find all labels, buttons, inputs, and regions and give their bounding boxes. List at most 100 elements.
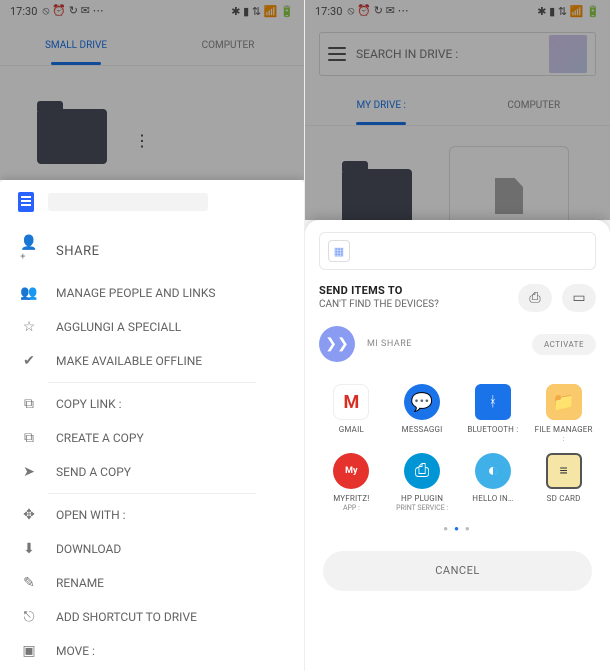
pencil-icon: ✎ [20,575,38,591]
menu-special[interactable]: ☆ AGGLUNGI A SPECIALL [0,310,304,344]
share-target-sdcard[interactable]: ≡ SD CARD [531,453,596,512]
menu-shortcut[interactable]: ⎋ADD SHORTCUT TO DRIVE [0,600,304,634]
right-phone: 17:30 ⦸ ⏰ ↻ ✉ ⋯ ✱ ▮ ⇅ 📶 🔋 SEARCH IN DRIV… [305,0,610,671]
app-label: FILE MANAGER [531,426,596,435]
menu-manage[interactable]: 👥 MANAGE PEOPLE AND LINKS [0,276,304,310]
menu-offline[interactable]: ✔MAKE AVAILABLE OFFLINE [0,344,304,378]
share-target-helloin[interactable]: ◐HELLO IN… [461,453,526,512]
status-icons-left: ⦸ ⏰ ↻ ✉ ⋯ [42,4,103,18]
share-target-myfritz[interactable]: MyMYFRITZ!APP : [319,453,384,512]
app-label: SD CARD [531,495,596,504]
folder-icon [37,109,107,164]
sheet-header [0,180,304,222]
star-icon: ☆ [20,319,38,335]
tab-label: MY DRIVE : [357,100,406,111]
drive-tabs: MY DRIVE : COMPUTER [305,86,610,126]
people-icon: 👥 [20,285,38,301]
openwith-icon: ✥ [20,507,38,523]
menu-share[interactable]: 👤⁺SHARE [0,226,304,276]
print-button[interactable]: ⎙ [518,284,552,312]
menu-label: DOWNLOAD [56,542,121,556]
menu-list: 👤⁺SHARE 👥 MANAGE PEOPLE AND LINKS ☆ AGGLUN… [0,222,304,671]
folder-icon [342,169,412,224]
hp-icon: ⎙ [404,453,440,489]
app-label: HP PLUGIN [390,495,455,504]
status-icons-right: ✱ ▮ ⇅ 📶 🔋 [231,5,294,18]
share-target-filemanager[interactable]: 📁 FILE MANAGER: [531,384,596,443]
sdcard-icon: ≡ [546,453,582,489]
cast-button[interactable]: ▭ [562,284,596,312]
status-icons-left: ⦸ ⏰ ↻ ✉ ⋯ [347,4,408,18]
tab-label: COMPUTER [507,100,560,111]
menu-label: RENAME [56,576,104,590]
file-type-icon: ▦ [328,240,350,262]
search-placeholder: SEARCH IN DRIVE : [356,47,539,61]
menu-label: AGGLUNGI A SPECIALL [56,320,181,334]
tab-small-drive[interactable]: SMALL DRIVE [0,26,152,65]
menu-openwith[interactable]: ✥ OPEN WITH : [0,498,304,532]
menu-label: OPEN WITH : [56,508,126,522]
left-phone: 17:30 ⦸ ⏰ ↻ ✉ ⋯ ✱ ▮ ⇅ 📶 🔋 SMALL DRIVE CO… [0,0,305,671]
activate-button[interactable]: ACTIVATE [532,334,596,355]
document-icon [495,178,523,214]
divider [48,493,256,494]
menu-move[interactable]: ▣ MOVE : [0,634,304,668]
filemanager-icon: 📁 [546,384,582,420]
copy-icon: ⧉ [20,430,38,446]
share-target-bluetooth[interactable]: ᚼBLUETOOTH : [461,384,526,443]
folder-card[interactable]: ⋮ [12,86,132,186]
link-icon: ⧉ [20,396,38,412]
screen-icon: ▭ [572,290,585,306]
menu-copylink[interactable]: ⧉ COPY LINK : [0,387,304,421]
profile-avatar[interactable] [549,35,587,73]
app-label: HELLO IN… [461,495,526,504]
mishare-icon: ❯❯ [319,326,355,362]
menu-label: SEND A COPY [56,465,131,479]
divider [48,382,256,383]
menu-rename[interactable]: ✎ RENAME [0,566,304,600]
status-time: 17:30 [315,5,342,18]
file-action-sheet: 👤⁺SHARE 👥 MANAGE PEOPLE AND LINKS ☆ AGGLUN… [0,180,304,671]
hamburger-icon[interactable] [328,47,346,61]
menu-sendcopy[interactable]: ➤ SEND A COPY [0,455,304,489]
tab-computer[interactable]: COMPUTER [152,26,304,65]
share-target-hpplugin[interactable]: ⎙HP PLUGINPRINT SERVICE : [390,453,455,512]
download-icon: ⬇ [20,541,38,557]
share-sheet: ▦ SEND ITEMS TO CAN'T FIND THE DEVICES? … [305,220,610,671]
gmail-icon: M [333,384,369,420]
shortcut-icon: ⎋ [20,609,38,625]
menu-label: COPY LINK : [56,397,122,411]
app-label: BLUETOOTH : [461,426,526,435]
selected-file-chip: ▦ [319,232,596,270]
tab-mydrive[interactable]: MY DRIVE : [305,86,458,125]
menu-label: MOVE : [56,644,95,658]
printer-icon: ⎙ [529,290,540,306]
app-sublabel: : [531,435,596,443]
app-label: MYFRITZ! [319,495,384,504]
menu-label: MANAGE PEOPLE AND LINKS [56,286,215,300]
app-label: MESSAGGI [390,426,455,435]
search-bar[interactable]: SEARCH IN DRIVE : [319,32,596,76]
menu-createcopy[interactable]: ⧉ CREATE A COPY [0,421,304,455]
tab-label: COMPUTER [202,40,255,51]
menu-label: CREATE A COPY [56,431,144,445]
myfritz-icon: My [333,453,369,489]
status-icons-right: ✱ ▮ ⇅ 📶 🔋 [537,5,600,18]
offline-icon: ✔ [20,353,38,369]
file-title-placeholder [48,193,208,211]
document-icon [18,192,34,212]
send-icon: ➤ [20,464,38,480]
tab-label: SMALL DRIVE [45,40,107,51]
share-target-gmail[interactable]: M GMAIL [319,384,384,443]
send-row: SEND ITEMS TO CAN'T FIND THE DEVICES? ⎙ … [319,284,596,312]
cancel-button[interactable]: CANCEL [323,551,592,591]
folder-move-icon: ▣ [20,643,38,659]
status-bar: 17:30 ⦸ ⏰ ↻ ✉ ⋯ ✱ ▮ ⇅ 📶 🔋 [0,0,304,22]
file-card-blank[interactable] [144,86,264,186]
tab-computer[interactable]: COMPUTER [458,86,610,125]
drive-tabs: SMALL DRIVE COMPUTER [0,26,304,66]
share-target-messages[interactable]: 💬MESSAGGI [390,384,455,443]
status-bar: 17:30 ⦸ ⏰ ↻ ✉ ⋯ ✱ ▮ ⇅ 📶 🔋 [305,0,610,22]
menu-download[interactable]: ⬇ DOWNLOAD [0,532,304,566]
app-label: GMAIL [319,426,384,435]
